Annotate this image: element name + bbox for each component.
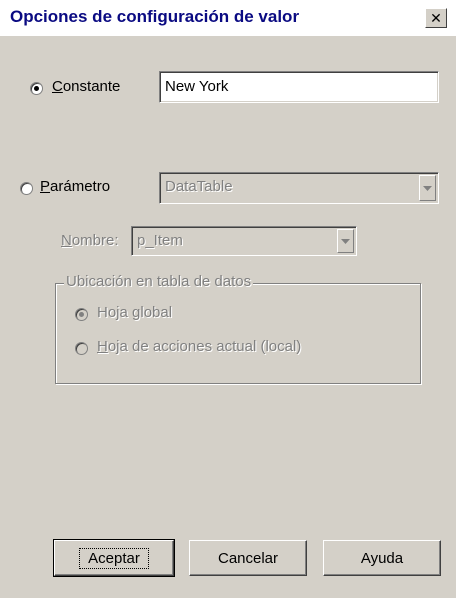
- ok-button[interactable]: Aceptar: [53, 539, 175, 577]
- global-sheet-label-pre: Hoja: [97, 304, 133, 321]
- group-legend: Ubicación en tabla de datos: [64, 273, 254, 290]
- radio-selected-dot: [34, 86, 39, 91]
- local-action-sheet-radio[interactable]: [75, 342, 88, 355]
- parameter-name-dropdown-button[interactable]: [337, 229, 354, 253]
- global-sheet-radio[interactable]: [75, 308, 88, 321]
- parameter-label-accelerator: P: [40, 178, 51, 195]
- constant-radio[interactable]: [30, 82, 43, 95]
- constant-value-input[interactable]: New York: [159, 71, 439, 103]
- global-sheet-label-post: lobal: [140, 304, 173, 321]
- local-action-sheet-label-accelerator: H: [97, 338, 108, 355]
- close-icon: ✕: [430, 10, 442, 26]
- radio-selected-dot: [79, 312, 84, 317]
- constant-value-text: New York: [165, 78, 229, 95]
- constant-label-rest: onstante: [62, 78, 121, 95]
- parameter-label-rest: arámetro: [50, 178, 111, 195]
- close-button[interactable]: ✕: [425, 8, 447, 28]
- constant-label[interactable]: Constante: [52, 78, 120, 95]
- local-action-sheet-label[interactable]: Hoja de acciones actual (local): [97, 338, 301, 355]
- parameter-type-value: DataTable: [165, 178, 233, 195]
- parameter-name-select[interactable]: p_Item: [131, 226, 357, 256]
- chevron-down-icon: [423, 185, 432, 191]
- parameter-type-dropdown-button[interactable]: [419, 175, 436, 201]
- parameter-name-value: p_Item: [137, 232, 183, 249]
- global-sheet-label[interactable]: Hoja global: [97, 304, 172, 321]
- parameter-type-select[interactable]: DataTable: [159, 172, 439, 204]
- parameter-name-label: Nombre:: [61, 232, 119, 249]
- local-action-sheet-label-rest: oja de acciones actual (local): [107, 338, 302, 355]
- parameter-radio[interactable]: [20, 182, 33, 195]
- window-title: Opciones de configuración de valor: [10, 7, 300, 26]
- help-button[interactable]: Ayuda: [323, 540, 441, 576]
- parameter-name-label-rest: ombre:: [71, 232, 119, 249]
- cancel-button-label: Cancelar: [217, 549, 279, 567]
- constant-label-accelerator: C: [52, 78, 63, 95]
- chevron-down-icon: [341, 238, 350, 244]
- parameter-label[interactable]: Parámetro: [40, 178, 110, 195]
- ok-button-label: Aceptar: [79, 547, 149, 569]
- data-table-location-group: [55, 283, 421, 384]
- help-button-label: Ayuda: [360, 549, 404, 567]
- parameter-name-label-accelerator: N: [61, 232, 72, 249]
- cancel-button[interactable]: Cancelar: [189, 540, 307, 576]
